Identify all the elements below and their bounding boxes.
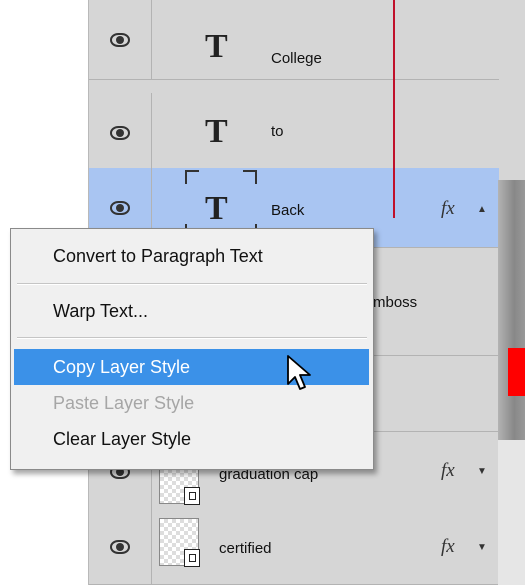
expand-arrow-icon[interactable]: ▼ — [477, 542, 487, 553]
scrollbar-thumb[interactable] — [498, 180, 525, 440]
red-marker — [508, 348, 525, 396]
menu-item-clear-layer-style[interactable]: Clear Layer Style — [11, 421, 373, 457]
menu-item-copy-layer-style[interactable]: Copy Layer Style — [14, 349, 369, 385]
eye-icon[interactable] — [110, 200, 130, 215]
text-layer-icon: T — [205, 28, 228, 65]
layer-name: certified — [219, 540, 272, 557]
layer-row-to[interactable]: T to — [89, 93, 499, 173]
text-layer-icon: T — [205, 190, 228, 227]
collapse-arrow-icon[interactable]: ▲ — [477, 204, 487, 215]
smart-object-icon — [184, 487, 200, 505]
context-menu: Convert to Paragraph Text Warp Text... C… — [10, 228, 374, 470]
smart-object-icon — [184, 549, 200, 567]
red-guide-line — [393, 0, 395, 218]
menu-item-warp-text[interactable]: Warp Text... — [11, 293, 373, 329]
menu-separator — [17, 337, 367, 339]
layer-name: to — [271, 123, 284, 140]
menu-item-paste-layer-style: Paste Layer Style — [53, 393, 195, 413]
mouse-pointer-icon — [287, 355, 311, 390]
layer-row-college[interactable]: T College — [89, 0, 499, 80]
layer-name: College — [271, 50, 322, 67]
fx-icon[interactable]: fx — [441, 198, 455, 220]
visibility-toggle[interactable] — [89, 0, 152, 79]
eye-icon[interactable] — [110, 125, 130, 140]
effect-name: mboss — [373, 294, 418, 311]
expand-arrow-icon[interactable]: ▼ — [477, 466, 487, 477]
visibility-toggle[interactable] — [89, 93, 152, 172]
visibility-toggle[interactable] — [89, 510, 152, 584]
fx-icon[interactable]: fx — [441, 460, 455, 482]
fx-icon[interactable]: fx — [441, 536, 455, 558]
menu-item-convert-to-paragraph-text[interactable]: Convert to Paragraph Text — [11, 238, 373, 274]
text-layer-icon: T — [205, 113, 228, 150]
menu-separator — [17, 283, 367, 285]
eye-icon[interactable] — [110, 540, 130, 554]
layer-thumbnail — [159, 518, 200, 567]
eye-icon[interactable] — [110, 32, 130, 47]
layer-name: Back — [271, 202, 305, 219]
layer-row-certified[interactable]: certified fx ▼ — [89, 510, 499, 585]
